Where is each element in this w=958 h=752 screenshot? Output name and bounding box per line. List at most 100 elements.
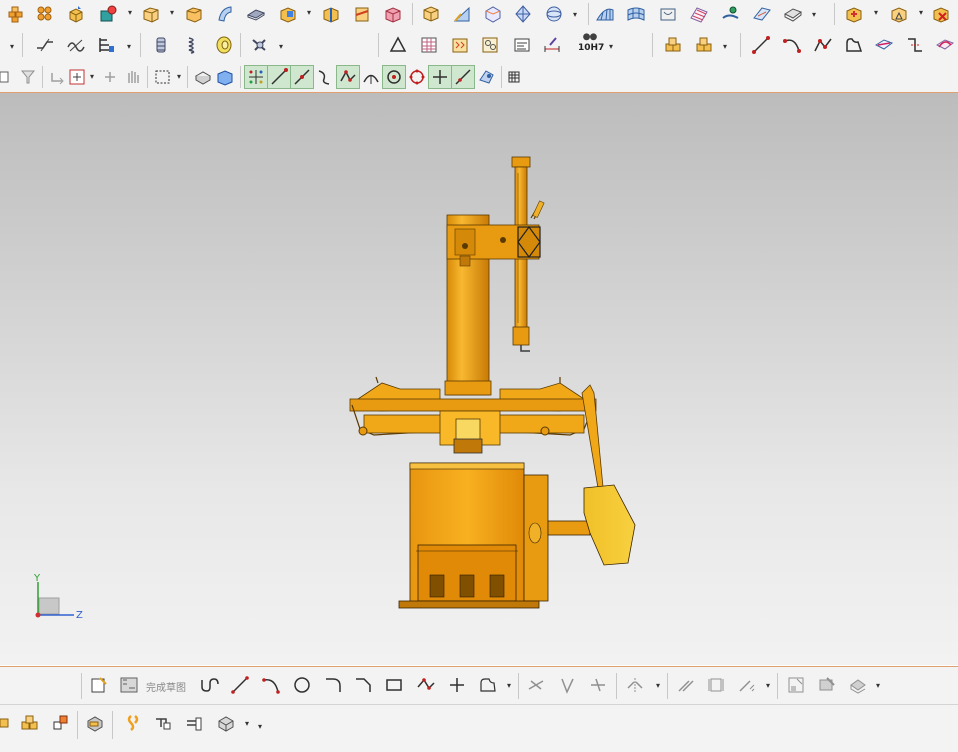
hatch-dropdown[interactable]: ▾ xyxy=(127,42,133,52)
rotate-view-icon[interactable] xyxy=(99,66,121,88)
box-color-icon[interactable] xyxy=(382,3,404,25)
line-icon[interactable] xyxy=(229,674,251,696)
chain-icon[interactable] xyxy=(152,712,174,734)
curve-project-icon[interactable] xyxy=(934,34,956,56)
tire-changer-model[interactable] xyxy=(0,93,958,665)
chamfer-icon[interactable] xyxy=(352,674,374,696)
cut-box-icon[interactable] xyxy=(351,3,373,25)
turntable[interactable] xyxy=(349,376,597,454)
reference-icon[interactable] xyxy=(785,674,807,696)
machine-body[interactable] xyxy=(398,462,549,609)
snap-circle-icon[interactable] xyxy=(406,66,428,88)
sweep-icon[interactable] xyxy=(214,3,236,25)
bead-breaker-lever[interactable] xyxy=(581,384,604,489)
profile-icon[interactable] xyxy=(843,34,865,56)
mates-icon[interactable] xyxy=(84,712,106,734)
boolean-dropdown[interactable]: ▾ xyxy=(812,10,818,20)
triangle-icon[interactable] xyxy=(387,34,409,56)
wave-icon[interactable] xyxy=(688,3,710,25)
trim-icon[interactable] xyxy=(525,674,547,696)
dimension-icon[interactable] xyxy=(541,34,563,56)
sphere-icon[interactable] xyxy=(512,3,534,25)
plane-section-icon[interactable] xyxy=(873,34,895,56)
box-select-dropdown[interactable]: ▾ xyxy=(177,72,183,82)
shell-tri-dropdown[interactable]: ▾ xyxy=(919,8,925,18)
extrude-icon[interactable] xyxy=(97,3,119,25)
bricks-icon[interactable] xyxy=(6,3,28,25)
3d-viewport[interactable]: Y Z xyxy=(0,93,958,665)
snap-face-icon[interactable] xyxy=(475,66,497,88)
surface-dropdown[interactable]: ▾ xyxy=(573,10,579,20)
line-icon[interactable] xyxy=(750,34,772,56)
snap-intersect-icon[interactable] xyxy=(428,65,452,89)
table-icon[interactable] xyxy=(418,34,440,56)
grid-icon[interactable] xyxy=(503,66,525,88)
row2-left-dropdown[interactable]: ▾ xyxy=(10,42,16,52)
assembly-dropdown[interactable]: ▾ xyxy=(723,42,729,52)
explode-dropdown[interactable]: ▾ xyxy=(245,719,251,729)
rotate-icon[interactable] xyxy=(46,66,68,88)
surface-dropdown[interactable]: ▾ xyxy=(876,681,882,691)
shell-tri-icon[interactable] xyxy=(888,3,910,25)
finish-sketch-icon[interactable] xyxy=(118,674,140,696)
polyline-icon[interactable] xyxy=(812,34,834,56)
parts-icon[interactable] xyxy=(662,34,684,56)
motion-icon[interactable] xyxy=(183,712,205,734)
point-icon[interactable] xyxy=(446,674,468,696)
bead-breaker-pad[interactable] xyxy=(547,484,636,566)
view-solid-icon[interactable] xyxy=(214,66,236,88)
assembly-icon[interactable] xyxy=(693,34,715,56)
wrench-dropdown[interactable]: ▾ xyxy=(279,42,285,52)
wedge-icon[interactable] xyxy=(451,3,473,25)
sketch-icon[interactable] xyxy=(88,674,110,696)
snap-point-icon[interactable] xyxy=(244,65,268,89)
move-icon[interactable] xyxy=(0,712,12,734)
constraint-icon[interactable] xyxy=(675,674,697,696)
curve-icon[interactable] xyxy=(816,674,838,696)
hatch-icon[interactable] xyxy=(96,34,118,56)
pattern-icon[interactable] xyxy=(449,34,471,56)
filter-icon[interactable] xyxy=(17,66,39,88)
dimension-icon[interactable] xyxy=(705,674,727,696)
link-icon[interactable] xyxy=(122,712,144,734)
wrench-icon[interactable] xyxy=(249,34,271,56)
plate-icon[interactable] xyxy=(245,3,267,25)
spring-icon[interactable] xyxy=(150,34,172,56)
extend-icon[interactable] xyxy=(556,674,578,696)
hand-icon[interactable] xyxy=(122,66,144,88)
fold-icon[interactable] xyxy=(420,3,442,25)
snap-onpath-icon[interactable] xyxy=(451,65,475,89)
note-icon[interactable] xyxy=(511,34,533,56)
explode-icon[interactable] xyxy=(215,712,237,734)
assembly-icon[interactable] xyxy=(19,712,41,734)
box-open-icon[interactable] xyxy=(183,3,205,25)
align-icon[interactable] xyxy=(736,674,758,696)
curve-edit-icon[interactable] xyxy=(904,34,926,56)
finish-sketch-label[interactable]: 完成草图 xyxy=(146,679,186,694)
profile-line-icon[interactable] xyxy=(199,674,221,696)
snap-center-icon[interactable] xyxy=(382,65,406,89)
align-dropdown[interactable]: ▾ xyxy=(766,681,772,691)
snap-curve-icon[interactable] xyxy=(313,66,335,88)
arc-icon[interactable] xyxy=(260,674,282,696)
diamond-icon[interactable] xyxy=(482,3,504,25)
box-icon[interactable] xyxy=(140,3,162,25)
pan-dropdown[interactable]: ▾ xyxy=(90,72,96,82)
circle-icon[interactable] xyxy=(291,674,313,696)
shell-icon[interactable] xyxy=(277,3,299,25)
wave-style-icon[interactable] xyxy=(65,34,87,56)
coil-icon[interactable] xyxy=(182,34,204,56)
shell-dropdown[interactable]: ▾ xyxy=(307,8,313,18)
box-dropdown[interactable]: ▾ xyxy=(170,8,176,18)
ribbon-icon[interactable] xyxy=(720,3,742,25)
cog-pattern-icon[interactable] xyxy=(479,34,501,56)
shell-half-icon[interactable] xyxy=(320,3,342,25)
tolerance-label[interactable]: 10H7 xyxy=(578,43,604,53)
snap-arc-icon[interactable] xyxy=(360,66,382,88)
delete-icon[interactable] xyxy=(930,3,952,25)
plane-icon[interactable] xyxy=(751,3,773,25)
grid-surface-icon[interactable] xyxy=(594,3,616,25)
explode-more-dropdown[interactable]: ▾ xyxy=(258,722,264,732)
snap-tangent-icon[interactable] xyxy=(290,65,314,89)
polyline-icon[interactable] xyxy=(415,674,437,696)
